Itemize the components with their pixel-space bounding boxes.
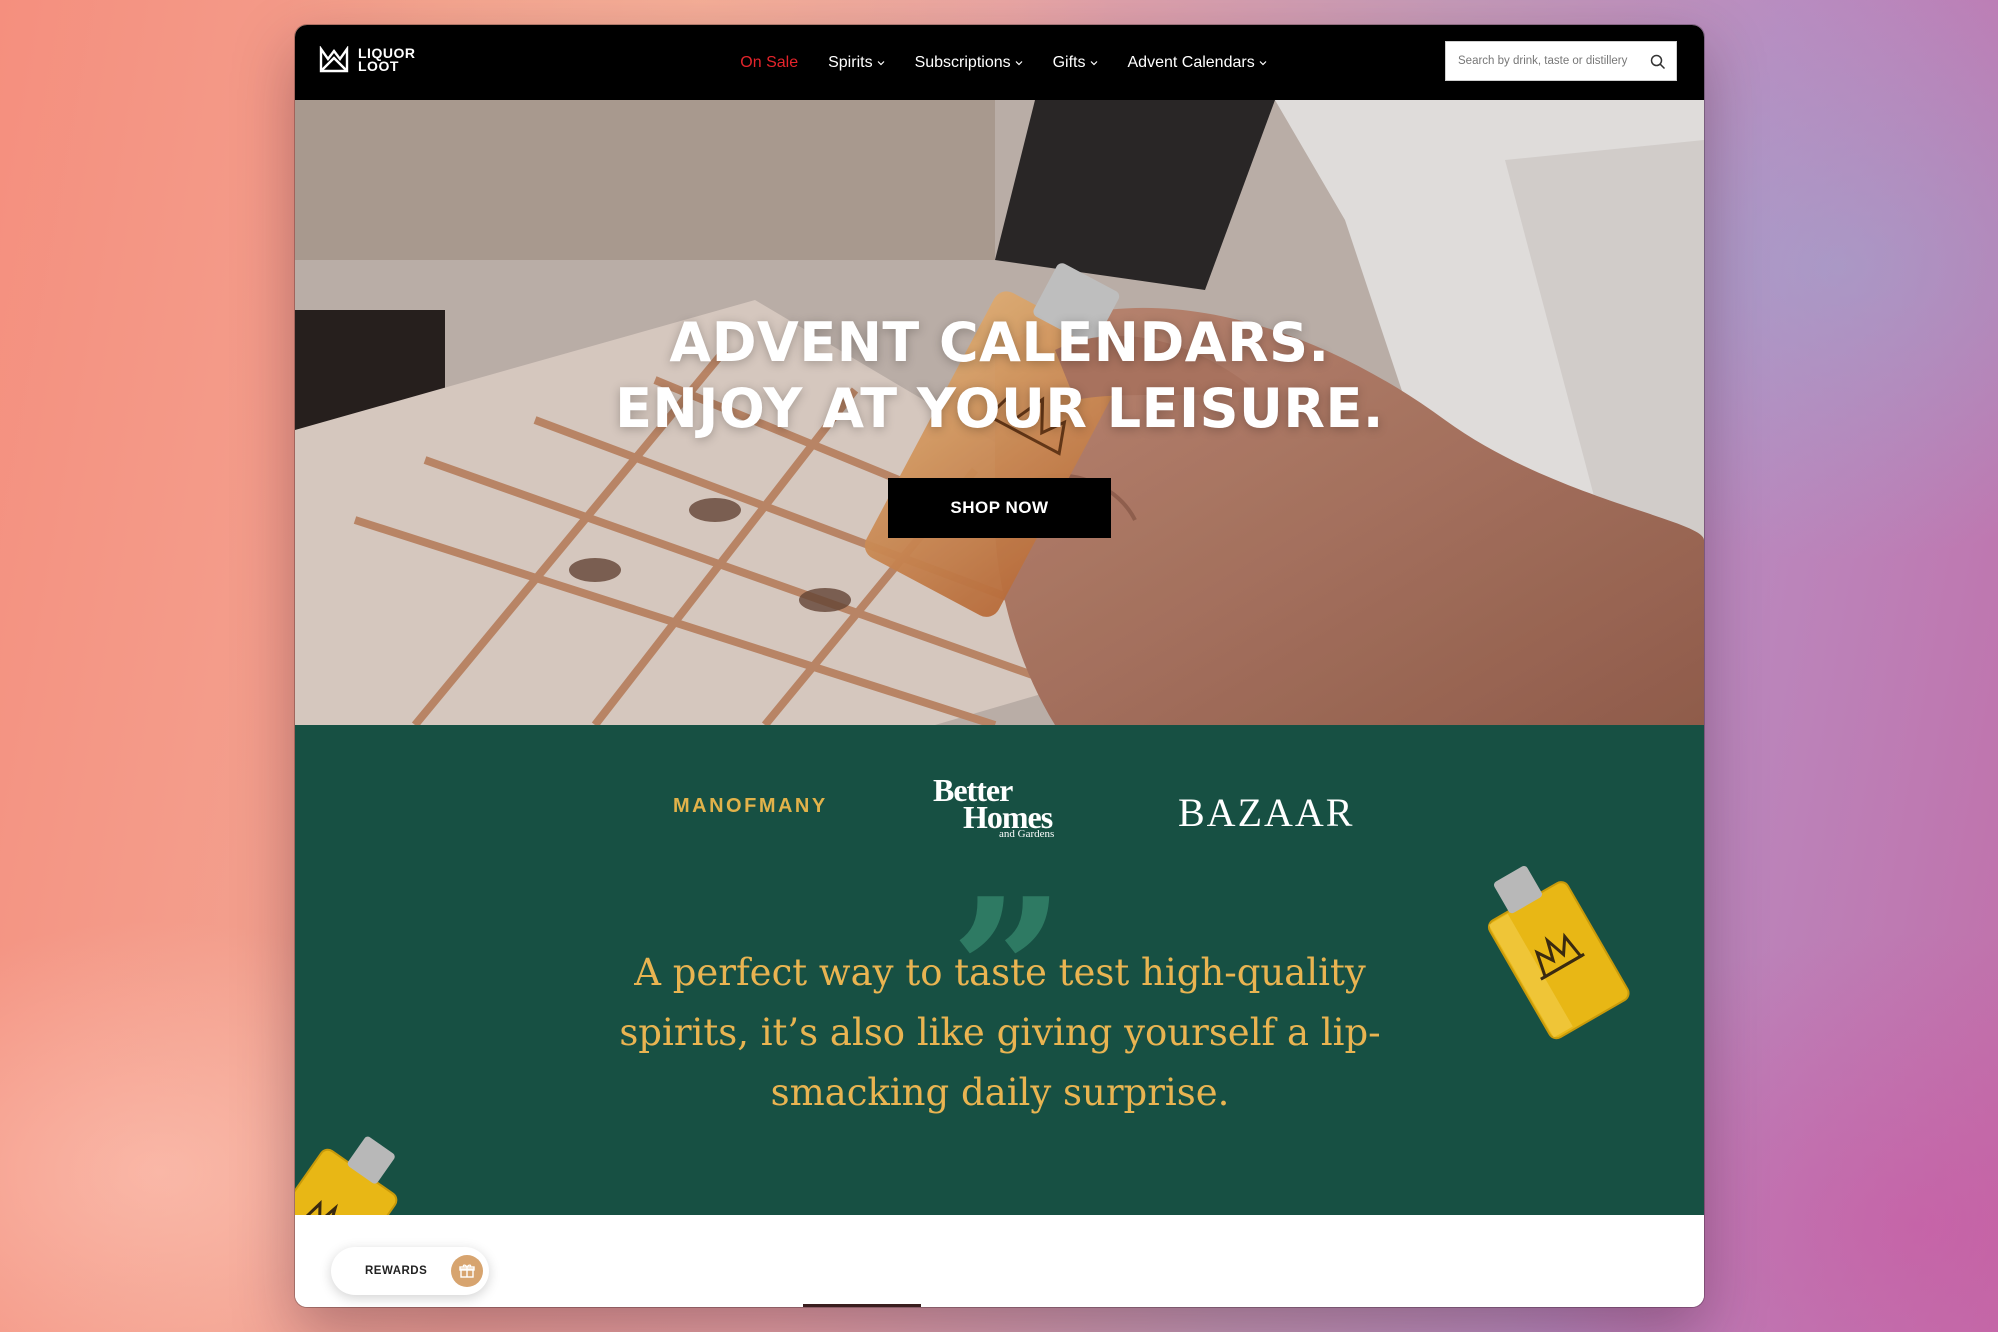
nav-label: Spirits bbox=[828, 53, 873, 71]
search-box bbox=[1445, 41, 1677, 81]
press-logo-better-homes: Better Homes and Gardens bbox=[933, 774, 1055, 840]
search-icon[interactable] bbox=[1650, 54, 1666, 70]
press-section: MANOFMANY Better Homes and Gardens BAZAA… bbox=[295, 725, 1704, 1303]
hero-title: ADVENT CALENDARS. ENJOY AT YOUR LEISURE. bbox=[295, 310, 1704, 442]
nav-item-spirits[interactable]: Spirits bbox=[828, 54, 884, 72]
chevron-down-icon bbox=[1090, 60, 1097, 65]
shop-now-button[interactable]: SHOP NOW bbox=[888, 478, 1111, 538]
next-section bbox=[295, 1215, 1704, 1307]
nav-label: Advent Calendars bbox=[1127, 53, 1255, 71]
hero-banner: ADVENT CALENDARS. ENJOY AT YOUR LEISURE.… bbox=[295, 100, 1704, 725]
bhg-line-2: Homes bbox=[963, 799, 1053, 835]
site-header: LIQUOR LOOT On Sale Spirits Subscription… bbox=[295, 25, 1704, 100]
nav-item-subscriptions[interactable]: Subscriptions bbox=[915, 54, 1023, 72]
hero-title-line-1: ADVENT CALENDARS. bbox=[669, 311, 1330, 374]
rewards-button[interactable]: REWARDS bbox=[331, 1247, 489, 1295]
chevron-down-icon bbox=[1259, 60, 1267, 65]
nav-label: Subscriptions bbox=[914, 53, 1011, 71]
chevron-down-icon bbox=[1015, 60, 1023, 65]
press-logo-bazaar: BAZAAR bbox=[1178, 790, 1355, 835]
browser-window: LIQUOR LOOT On Sale Spirits Subscription… bbox=[295, 25, 1704, 1307]
decorative-bottle-right bbox=[1487, 865, 1630, 1040]
hero-title-line-2: ENJOY AT YOUR LEISURE. bbox=[615, 377, 1384, 440]
testimonial-quote: A perfect way to taste test high-quality… bbox=[619, 951, 1381, 1114]
nav-item-on-sale[interactable]: On Sale bbox=[740, 54, 798, 72]
section-indicator bbox=[803, 1304, 921, 1307]
bhg-line-3: and Gardens bbox=[999, 828, 1055, 840]
search-input[interactable] bbox=[1446, 55, 1648, 67]
nav-label: Gifts bbox=[1052, 53, 1086, 71]
nav-item-advent-calendars[interactable]: Advent Calendars bbox=[1128, 54, 1267, 72]
chevron-down-icon bbox=[877, 60, 884, 65]
press-logo-manofmany: MANOFMANY bbox=[673, 795, 828, 817]
gift-icon bbox=[451, 1255, 483, 1287]
nav-label: On Sale bbox=[740, 53, 799, 71]
nav-item-gifts[interactable]: Gifts bbox=[1053, 54, 1098, 72]
rewards-label: REWARDS bbox=[365, 1265, 428, 1277]
press-logos: MANOFMANY Better Homes and Gardens BAZAA… bbox=[295, 774, 1704, 845]
